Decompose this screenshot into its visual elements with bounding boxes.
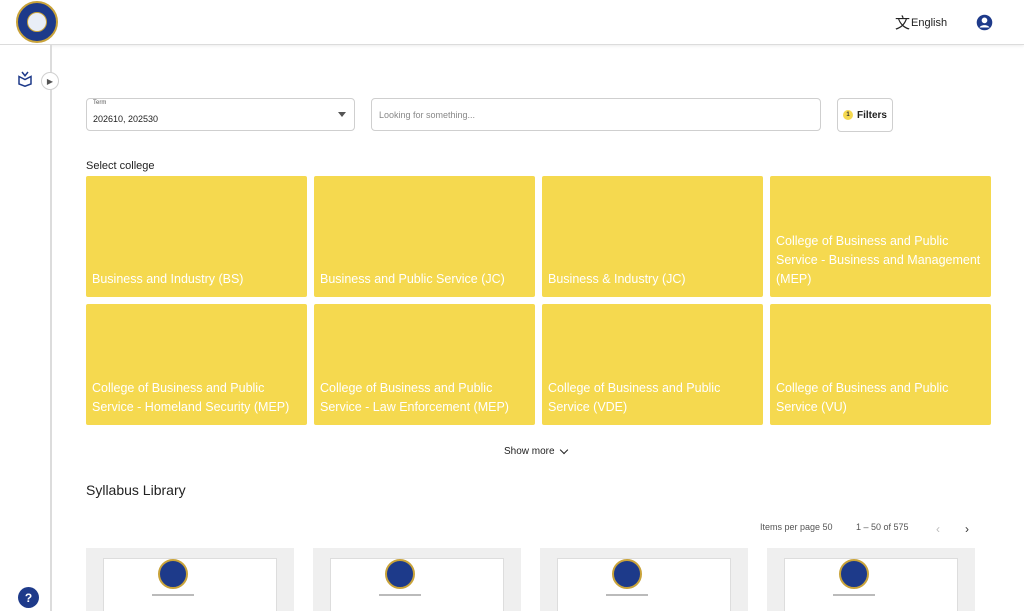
college-card[interactable]: Business and Public Service (JC) <box>314 176 535 297</box>
university-logo[interactable] <box>16 1 58 43</box>
seal-icon <box>839 559 869 589</box>
college-card[interactable]: College of Business and Public Service -… <box>314 304 535 425</box>
previous-page-button[interactable]: ‹ <box>936 522 940 536</box>
term-select[interactable]: Term 202610, 202530 <box>86 98 355 131</box>
college-card[interactable]: Business & Industry (JC) <box>542 176 763 297</box>
select-college-heading: Select college <box>86 160 155 172</box>
syllabus-card[interactable] <box>313 548 521 611</box>
top-bar: 文 English <box>0 0 1024 45</box>
search-input[interactable] <box>371 98 821 131</box>
seal-icon <box>612 559 642 589</box>
college-card-label: Business and Industry (BS) <box>92 272 244 286</box>
college-card[interactable]: College of Business and Public Service -… <box>770 176 991 297</box>
college-card[interactable]: College of Business and Public Service -… <box>86 304 307 425</box>
chevron-right-icon: ▶ <box>46 76 54 86</box>
syllabus-grid <box>86 548 976 611</box>
college-grid: Business and Industry (BS) Business and … <box>86 176 991 425</box>
language-label: English <box>911 17 948 29</box>
college-card[interactable]: Business and Industry (BS) <box>86 176 307 297</box>
syllabus-thumbnail <box>103 558 277 611</box>
college-card-label: College of Business and Public Service -… <box>776 234 981 286</box>
college-card-label: Business & Industry (JC) <box>548 272 686 286</box>
sidebar <box>0 45 52 611</box>
syllabus-thumbnail <box>330 558 504 611</box>
syllabus-card[interactable] <box>540 548 748 611</box>
items-per-page[interactable]: Items per page 50 <box>760 522 833 532</box>
syllabus-library-heading: Syllabus Library <box>86 482 186 498</box>
chevron-down-icon <box>559 445 568 455</box>
filters-label: Filters <box>856 109 887 121</box>
college-card[interactable]: College of Business and Public Service (… <box>542 304 763 425</box>
syllabus-card[interactable] <box>767 548 975 611</box>
show-more-button[interactable]: Show more <box>504 445 568 457</box>
seal-icon <box>385 559 415 589</box>
college-card-label: Business and Public Service (JC) <box>320 272 505 286</box>
dropdown-arrow-icon <box>338 112 346 117</box>
college-card-label: College of Business and Public Service (… <box>548 381 721 414</box>
pagination-range: 1 – 50 of 575 <box>856 522 909 532</box>
show-more-label: Show more <box>504 446 555 457</box>
next-page-button[interactable]: › <box>965 522 969 536</box>
filters-button[interactable]: 1 Filters <box>837 98 893 132</box>
syllabus-thumbnail <box>557 558 731 611</box>
college-card-label: College of Business and Public Service -… <box>320 381 509 414</box>
filters-count-badge: 1 <box>842 110 853 120</box>
college-card-label: College of Business and Public Service -… <box>92 381 290 414</box>
college-card-label: College of Business and Public Service (… <box>776 381 949 414</box>
syllabus-thumbnail <box>784 558 958 611</box>
help-icon: ? <box>24 590 33 605</box>
translate-icon: 文 <box>895 14 911 32</box>
term-value: 202610, 202530 <box>93 114 159 124</box>
account-circle-icon[interactable] <box>976 14 993 31</box>
language-selector[interactable]: 文 English <box>895 14 947 32</box>
syllabus-card[interactable] <box>86 548 294 611</box>
college-card[interactable]: College of Business and Public Service (… <box>770 304 991 425</box>
help-button[interactable]: ? <box>18 587 39 608</box>
seal-icon <box>158 559 188 589</box>
term-label: Term <box>93 100 107 106</box>
book-icon[interactable] <box>16 69 34 87</box>
sidebar-toggle-button[interactable]: ▶ <box>41 72 59 90</box>
